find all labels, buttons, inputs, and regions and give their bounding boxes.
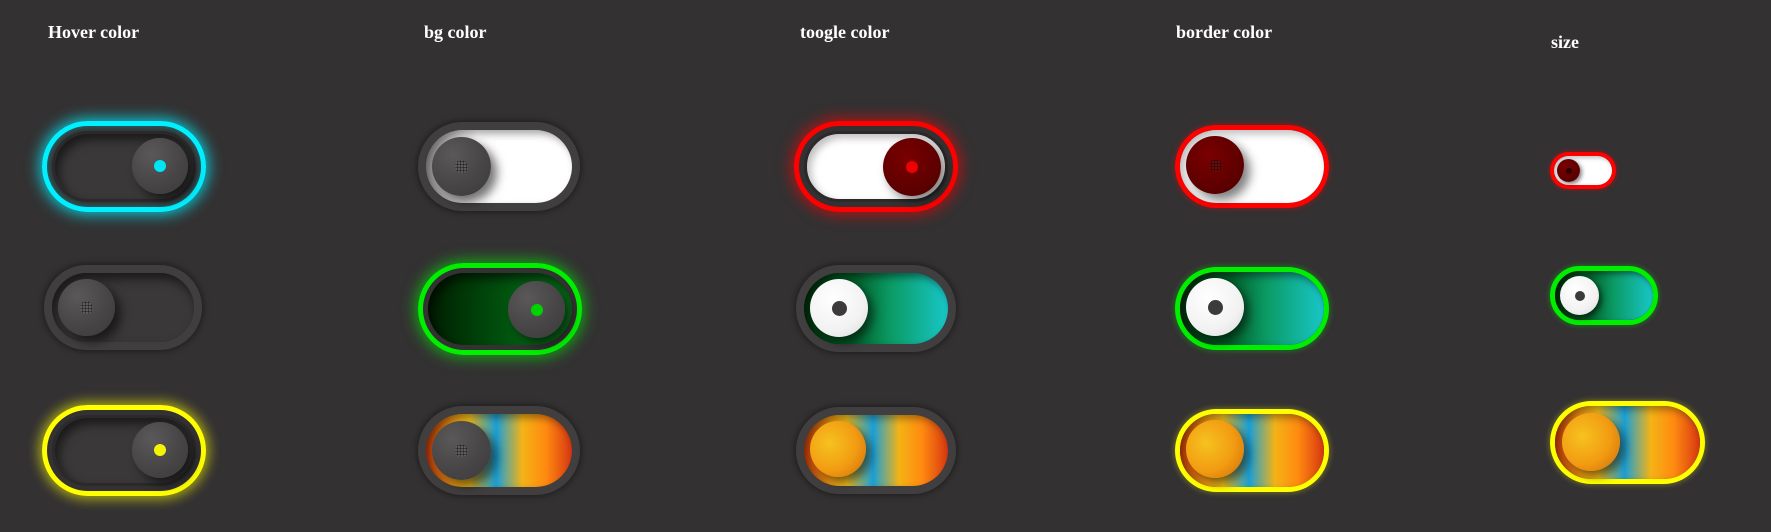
toggle-rainbow-toggle[interactable]	[796, 407, 956, 494]
toggle-knob	[432, 137, 491, 196]
column-title-bg-color: bg color	[424, 22, 487, 42]
indicator-dot-icon	[1207, 299, 1223, 315]
border-yellow-toggle[interactable]	[1175, 409, 1329, 492]
column-title-toggle-color: toogle color	[800, 22, 890, 42]
toggle-knob	[1560, 276, 1599, 315]
indicator-dot-icon	[80, 301, 93, 314]
toggle-knob	[132, 422, 188, 478]
toggle-knob	[1562, 413, 1620, 471]
toggle-knob	[810, 421, 866, 477]
hover-cyan-toggle[interactable]	[42, 121, 206, 212]
toggle-knob	[883, 138, 941, 196]
indicator-dot-icon	[154, 160, 166, 172]
indicator-dot-icon	[530, 303, 543, 316]
column-title-border-color: border color	[1176, 22, 1273, 42]
size-medium-toggle[interactable]	[1550, 266, 1658, 325]
indicator-dot-icon	[1208, 158, 1222, 172]
toggle-red-toggle[interactable]	[794, 121, 958, 212]
size-large-toggle[interactable]	[1550, 401, 1705, 484]
bg-rainbow-toggle[interactable]	[418, 406, 580, 495]
toggle-knob	[1186, 136, 1244, 194]
indicator-dot-icon	[154, 444, 166, 456]
indicator-dot-icon	[1565, 167, 1572, 174]
indicator-dot-icon	[906, 161, 918, 173]
bg-white-toggle[interactable]	[418, 122, 580, 211]
indicator-dot-icon	[1574, 290, 1585, 301]
toggle-white-toggle[interactable]	[796, 265, 956, 352]
toggle-knob	[810, 279, 868, 337]
toggle-knob	[1186, 278, 1244, 336]
indicator-dot-icon	[455, 444, 468, 457]
toggle-knob	[1557, 159, 1580, 182]
toggle-knob	[1186, 420, 1244, 478]
column-title-size: size	[1551, 32, 1579, 52]
indicator-dot-icon	[831, 300, 847, 316]
hover-default-toggle[interactable]	[44, 265, 202, 350]
border-green-toggle[interactable]	[1175, 267, 1329, 350]
border-red-toggle[interactable]	[1175, 125, 1329, 208]
toggle-knob	[58, 279, 115, 336]
indicator-dot-icon	[455, 160, 468, 173]
size-small-toggle[interactable]	[1550, 152, 1616, 189]
column-title-hover-color: Hover color	[48, 22, 140, 42]
toggle-knob	[432, 421, 491, 480]
toggle-knob	[132, 138, 188, 194]
hover-yellow-toggle[interactable]	[42, 405, 206, 496]
bg-green-toggle[interactable]	[418, 263, 582, 355]
toggle-knob	[508, 281, 565, 338]
